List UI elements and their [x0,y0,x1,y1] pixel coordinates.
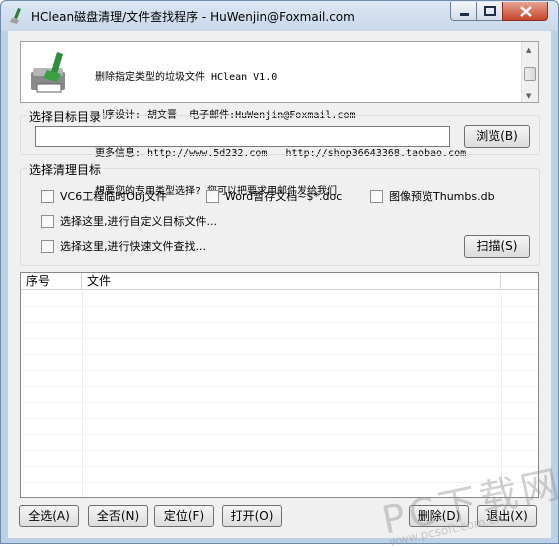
checkbox-quick-find[interactable]: 选择这里,进行快速文件查找... [41,238,206,254]
column-divider [501,291,502,497]
select-none-button[interactable]: 全否(N) [88,505,148,527]
info-scrollbar[interactable]: ▲ ▼ [521,42,538,102]
info-panel: 删除指定类型的垃圾文件 HClean V1.0 程序设计: 胡文晋 电子邮件:H… [20,41,539,197]
checkbox-label: Word暂存文档~$*.doc [225,190,343,203]
checkbox-box[interactable] [41,189,54,203]
title-bar[interactable]: HClean磁盘清理/文件查找程序 - HuWenjin@Foxmail.com [1,1,558,31]
checkbox-box[interactable] [41,214,54,228]
cleanup-legend: 选择清理目标 [27,161,104,178]
column-header-seq[interactable]: 序号 [21,273,82,290]
checkbox-word-temp[interactable]: Word暂存文档~$*.doc [206,188,342,204]
checkbox-label: 图像预览Thumbs.db [389,190,495,203]
maximize-icon [484,6,496,16]
checkbox-box[interactable] [370,189,383,203]
column-header-filler [501,273,538,290]
locate-button[interactable]: 定位(F) [154,505,214,527]
file-list-body[interactable] [21,291,538,497]
file-list[interactable]: 序号 文件 [20,272,539,498]
checkbox-label: 选择这里,进行自定义目标文件... [60,215,217,228]
target-dir-input[interactable] [35,126,450,147]
dialog-client: 删除指定类型的垃圾文件 HClean V1.0 程序设计: 胡文晋 电子邮件:H… [8,31,559,549]
close-icon [520,6,532,17]
minimize-icon [460,13,469,16]
cleanup-target-group: 选择清理目标 VC6工程临时Obj文件 Word暂存文档~$*.doc 图像预览… [20,161,540,266]
checkbox-vc6-obj[interactable]: VC6工程临时Obj文件 [41,188,167,204]
checkbox-box[interactable] [41,239,54,253]
close-button[interactable] [502,2,548,21]
scan-button[interactable]: 扫描(S) [464,235,530,258]
column-header-file[interactable]: 文件 [82,273,501,290]
checkbox-label: VC6工程临时Obj文件 [60,190,167,203]
minimize-button[interactable] [450,2,477,21]
open-button[interactable]: 打开(O) [222,505,282,527]
checkbox-custom-target[interactable]: 选择这里,进行自定义目标文件... [41,213,217,229]
scroll-thumb[interactable] [524,67,536,81]
target-dir-group: 选择目标目录 浏览(B) [20,108,540,155]
browse-button[interactable]: 浏览(B) [464,125,530,148]
file-list-header: 序号 文件 [21,273,538,290]
checkbox-thumbs-db[interactable]: 图像预览Thumbs.db [370,188,495,204]
checkbox-label: 选择这里,进行快速文件查找... [60,240,206,253]
select-all-button[interactable]: 全选(A) [19,505,79,527]
cleaner-logo-icon [31,52,65,93]
scroll-up-icon[interactable]: ▲ [526,46,531,54]
target-dir-legend: 选择目标目录 [27,108,104,125]
maximize-button[interactable] [476,2,503,21]
app-window: HClean磁盘清理/文件查找程序 - HuWenjin@Foxmail.com… [0,0,559,549]
window-title: HClean磁盘清理/文件查找程序 - HuWenjin@Foxmail.com [31,10,355,24]
column-divider [82,291,83,497]
broom-icon [10,8,21,24]
info-line-title: 删除指定类型的垃圾文件 HClean V1.0 [95,72,278,84]
scroll-down-icon[interactable]: ▼ [526,92,531,100]
checkbox-box[interactable] [206,189,219,203]
